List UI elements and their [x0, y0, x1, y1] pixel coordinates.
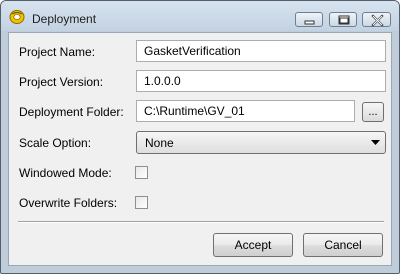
deployment-app-icon [9, 9, 25, 25]
cancel-button[interactable]: Cancel [303, 233, 383, 257]
minimize-icon [304, 20, 315, 25]
scale-option-label: Scale Option: [19, 136, 92, 150]
scale-option-dropdown[interactable]: None [136, 131, 386, 154]
deployment-folder-input[interactable] [136, 100, 355, 122]
windowed-mode-label: Windowed Mode: [19, 166, 112, 180]
divider [18, 221, 384, 223]
deployment-dialog: Deployment Project Name: Project Version… [0, 0, 400, 274]
close-button[interactable] [362, 12, 391, 27]
maximize-icon [338, 15, 350, 25]
project-version-label: Project Version: [19, 75, 104, 89]
overwrite-folders-label: Overwrite Folders: [19, 196, 118, 210]
project-name-input[interactable] [136, 40, 386, 62]
window-title: Deployment [32, 12, 97, 26]
maximize-button[interactable] [329, 12, 357, 27]
deployment-folder-label: Deployment Folder: [19, 105, 124, 119]
project-name-label: Project Name: [19, 45, 96, 59]
project-version-input[interactable] [136, 70, 386, 92]
minimize-button[interactable] [295, 12, 323, 27]
overwrite-folders-checkbox[interactable] [135, 196, 148, 209]
scale-option-value: None [145, 136, 174, 150]
close-icon [371, 14, 384, 27]
dialog-body: Project Name: Project Version: Deploymen… [8, 32, 392, 266]
chevron-down-icon [371, 140, 380, 145]
windowed-mode-checkbox[interactable] [135, 166, 148, 179]
browse-folder-button[interactable]: ... [362, 102, 384, 122]
title-bar[interactable]: Deployment [1, 1, 399, 31]
accept-button[interactable]: Accept [213, 233, 293, 257]
